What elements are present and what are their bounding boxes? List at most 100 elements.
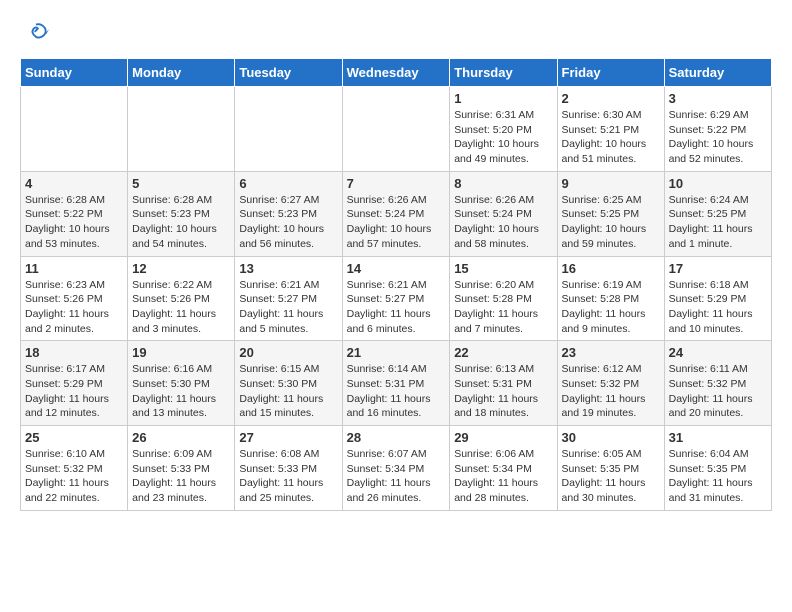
calendar-cell: 25 Sunrise: 6:10 AMSunset: 5:32 PMDayligh… bbox=[21, 426, 128, 511]
calendar-week-row: 1 Sunrise: 6:31 AMSunset: 5:20 PMDaylight… bbox=[21, 87, 772, 172]
calendar-week-row: 11Sunrise: 6:23 AMSunset: 5:26 PMDayligh… bbox=[21, 256, 772, 341]
day-info: Sunrise: 6:21 AMSunset: 5:27 PMDaylight:… bbox=[347, 278, 446, 337]
calendar-cell: 17 Sunrise: 6:18 AMSunset: 5:29 PMDayligh… bbox=[664, 256, 771, 341]
calendar-cell: 2Sunrise: 6:30 AMSunset: 5:21 PMDaylight… bbox=[557, 87, 664, 172]
calendar-cell: 14 Sunrise: 6:21 AMSunset: 5:27 PMDayligh… bbox=[342, 256, 450, 341]
day-number: 9 bbox=[562, 176, 660, 191]
calendar-cell: 27Sunrise: 6:08 AMSunset: 5:33 PMDayligh… bbox=[235, 426, 342, 511]
calendar-cell: 30 Sunrise: 6:05 AMSunset: 5:35 PMDayligh… bbox=[557, 426, 664, 511]
day-info: Sunrise: 6:15 AMSunset: 5:30 PMDaylight:… bbox=[239, 362, 337, 421]
page-header bbox=[20, 20, 772, 48]
column-header-sunday: Sunday bbox=[21, 59, 128, 87]
day-number: 21 bbox=[347, 345, 446, 360]
day-info: Sunrise: 6:23 AMSunset: 5:26 PMDaylight:… bbox=[25, 278, 123, 337]
calendar-cell bbox=[128, 87, 235, 172]
day-number: 29 bbox=[454, 430, 552, 445]
day-info: Sunrise: 6:12 AMSunset: 5:32 PMDaylight:… bbox=[562, 362, 660, 421]
day-info: Sunrise: 6:24 AMSunset: 5:25 PMDaylight:… bbox=[669, 193, 767, 252]
day-info: Sunrise: 6:05 AMSunset: 5:35 PMDaylight:… bbox=[562, 447, 660, 506]
day-number: 12 bbox=[132, 261, 230, 276]
day-number: 19 bbox=[132, 345, 230, 360]
day-number: 8 bbox=[454, 176, 552, 191]
day-info: Sunrise: 6:08 AMSunset: 5:33 PMDaylight:… bbox=[239, 447, 337, 506]
calendar-cell: 12 Sunrise: 6:22 AMSunset: 5:26 PMDayligh… bbox=[128, 256, 235, 341]
day-info: Sunrise: 6:13 AMSunset: 5:31 PMDaylight:… bbox=[454, 362, 552, 421]
day-number: 17 bbox=[669, 261, 767, 276]
calendar-cell: 13 Sunrise: 6:21 AMSunset: 5:27 PMDayligh… bbox=[235, 256, 342, 341]
day-number: 16 bbox=[562, 261, 660, 276]
day-info: Sunrise: 6:29 AMSunset: 5:22 PMDaylight:… bbox=[669, 108, 767, 167]
calendar-cell bbox=[342, 87, 450, 172]
calendar-cell: 3 Sunrise: 6:29 AMSunset: 5:22 PMDaylight… bbox=[664, 87, 771, 172]
calendar-cell: 22 Sunrise: 6:13 AMSunset: 5:31 PMDayligh… bbox=[450, 341, 557, 426]
day-number: 6 bbox=[239, 176, 337, 191]
calendar-cell bbox=[235, 87, 342, 172]
column-header-saturday: Saturday bbox=[664, 59, 771, 87]
calendar-cell: 9 Sunrise: 6:25 AMSunset: 5:25 PMDaylight… bbox=[557, 171, 664, 256]
day-number: 22 bbox=[454, 345, 552, 360]
column-header-monday: Monday bbox=[128, 59, 235, 87]
day-info: Sunrise: 6:14 AMSunset: 5:31 PMDaylight:… bbox=[347, 362, 446, 421]
day-number: 30 bbox=[562, 430, 660, 445]
logo-bird-icon bbox=[22, 20, 50, 48]
calendar-cell: 26Sunrise: 6:09 AMSunset: 5:33 PMDayligh… bbox=[128, 426, 235, 511]
day-info: Sunrise: 6:17 AMSunset: 5:29 PMDaylight:… bbox=[25, 362, 123, 421]
day-number: 25 bbox=[25, 430, 123, 445]
column-header-thursday: Thursday bbox=[450, 59, 557, 87]
day-info: Sunrise: 6:20 AMSunset: 5:28 PMDaylight:… bbox=[454, 278, 552, 337]
column-header-tuesday: Tuesday bbox=[235, 59, 342, 87]
calendar-cell: 6Sunrise: 6:27 AMSunset: 5:23 PMDaylight… bbox=[235, 171, 342, 256]
calendar-cell: 29 Sunrise: 6:06 AMSunset: 5:34 PMDayligh… bbox=[450, 426, 557, 511]
calendar-cell: 8 Sunrise: 6:26 AMSunset: 5:24 PMDaylight… bbox=[450, 171, 557, 256]
calendar-cell: 19 Sunrise: 6:16 AMSunset: 5:30 PMDayligh… bbox=[128, 341, 235, 426]
day-info: Sunrise: 6:30 AMSunset: 5:21 PMDaylight:… bbox=[562, 108, 660, 167]
day-number: 14 bbox=[347, 261, 446, 276]
calendar-cell: 7 Sunrise: 6:26 AMSunset: 5:24 PMDaylight… bbox=[342, 171, 450, 256]
day-info: Sunrise: 6:06 AMSunset: 5:34 PMDaylight:… bbox=[454, 447, 552, 506]
calendar-cell bbox=[21, 87, 128, 172]
day-info: Sunrise: 6:31 AMSunset: 5:20 PMDaylight:… bbox=[454, 108, 552, 167]
day-info: Sunrise: 6:07 AMSunset: 5:34 PMDaylight:… bbox=[347, 447, 446, 506]
day-number: 20 bbox=[239, 345, 337, 360]
calendar-header-row: SundayMondayTuesdayWednesdayThursdayFrid… bbox=[21, 59, 772, 87]
day-number: 24 bbox=[669, 345, 767, 360]
day-info: Sunrise: 6:10 AMSunset: 5:32 PMDaylight:… bbox=[25, 447, 123, 506]
day-number: 23 bbox=[562, 345, 660, 360]
calendar-cell: 11Sunrise: 6:23 AMSunset: 5:26 PMDayligh… bbox=[21, 256, 128, 341]
column-header-friday: Friday bbox=[557, 59, 664, 87]
calendar-cell: 18 Sunrise: 6:17 AMSunset: 5:29 PMDayligh… bbox=[21, 341, 128, 426]
calendar-cell: 10 Sunrise: 6:24 AMSunset: 5:25 PMDayligh… bbox=[664, 171, 771, 256]
calendar-cell: 4Sunrise: 6:28 AMSunset: 5:22 PMDaylight… bbox=[21, 171, 128, 256]
calendar-cell: 21 Sunrise: 6:14 AMSunset: 5:31 PMDayligh… bbox=[342, 341, 450, 426]
day-info: Sunrise: 6:22 AMSunset: 5:26 PMDaylight:… bbox=[132, 278, 230, 337]
day-number: 13 bbox=[239, 261, 337, 276]
day-info: Sunrise: 6:09 AMSunset: 5:33 PMDaylight:… bbox=[132, 447, 230, 506]
day-number: 5 bbox=[132, 176, 230, 191]
calendar-cell: 31Sunrise: 6:04 AMSunset: 5:35 PMDayligh… bbox=[664, 426, 771, 511]
day-number: 7 bbox=[347, 176, 446, 191]
day-info: Sunrise: 6:21 AMSunset: 5:27 PMDaylight:… bbox=[239, 278, 337, 337]
day-number: 1 bbox=[454, 91, 552, 106]
day-info: Sunrise: 6:25 AMSunset: 5:25 PMDaylight:… bbox=[562, 193, 660, 252]
day-info: Sunrise: 6:04 AMSunset: 5:35 PMDaylight:… bbox=[669, 447, 767, 506]
day-info: Sunrise: 6:26 AMSunset: 5:24 PMDaylight:… bbox=[347, 193, 446, 252]
day-info: Sunrise: 6:11 AMSunset: 5:32 PMDaylight:… bbox=[669, 362, 767, 421]
calendar-cell: 15Sunrise: 6:20 AMSunset: 5:28 PMDayligh… bbox=[450, 256, 557, 341]
day-info: Sunrise: 6:28 AMSunset: 5:22 PMDaylight:… bbox=[25, 193, 123, 252]
calendar-cell: 1 Sunrise: 6:31 AMSunset: 5:20 PMDaylight… bbox=[450, 87, 557, 172]
day-info: Sunrise: 6:18 AMSunset: 5:29 PMDaylight:… bbox=[669, 278, 767, 337]
calendar-cell: 23 Sunrise: 6:12 AMSunset: 5:32 PMDayligh… bbox=[557, 341, 664, 426]
calendar-cell: 5 Sunrise: 6:28 AMSunset: 5:23 PMDaylight… bbox=[128, 171, 235, 256]
day-number: 18 bbox=[25, 345, 123, 360]
day-info: Sunrise: 6:19 AMSunset: 5:28 PMDaylight:… bbox=[562, 278, 660, 337]
day-number: 10 bbox=[669, 176, 767, 191]
calendar-week-row: 25 Sunrise: 6:10 AMSunset: 5:32 PMDayligh… bbox=[21, 426, 772, 511]
calendar-cell: 20 Sunrise: 6:15 AMSunset: 5:30 PMDayligh… bbox=[235, 341, 342, 426]
day-info: Sunrise: 6:28 AMSunset: 5:23 PMDaylight:… bbox=[132, 193, 230, 252]
logo bbox=[20, 20, 50, 48]
day-number: 3 bbox=[669, 91, 767, 106]
day-info: Sunrise: 6:26 AMSunset: 5:24 PMDaylight:… bbox=[454, 193, 552, 252]
column-header-wednesday: Wednesday bbox=[342, 59, 450, 87]
calendar-week-row: 4Sunrise: 6:28 AMSunset: 5:22 PMDaylight… bbox=[21, 171, 772, 256]
day-info: Sunrise: 6:16 AMSunset: 5:30 PMDaylight:… bbox=[132, 362, 230, 421]
